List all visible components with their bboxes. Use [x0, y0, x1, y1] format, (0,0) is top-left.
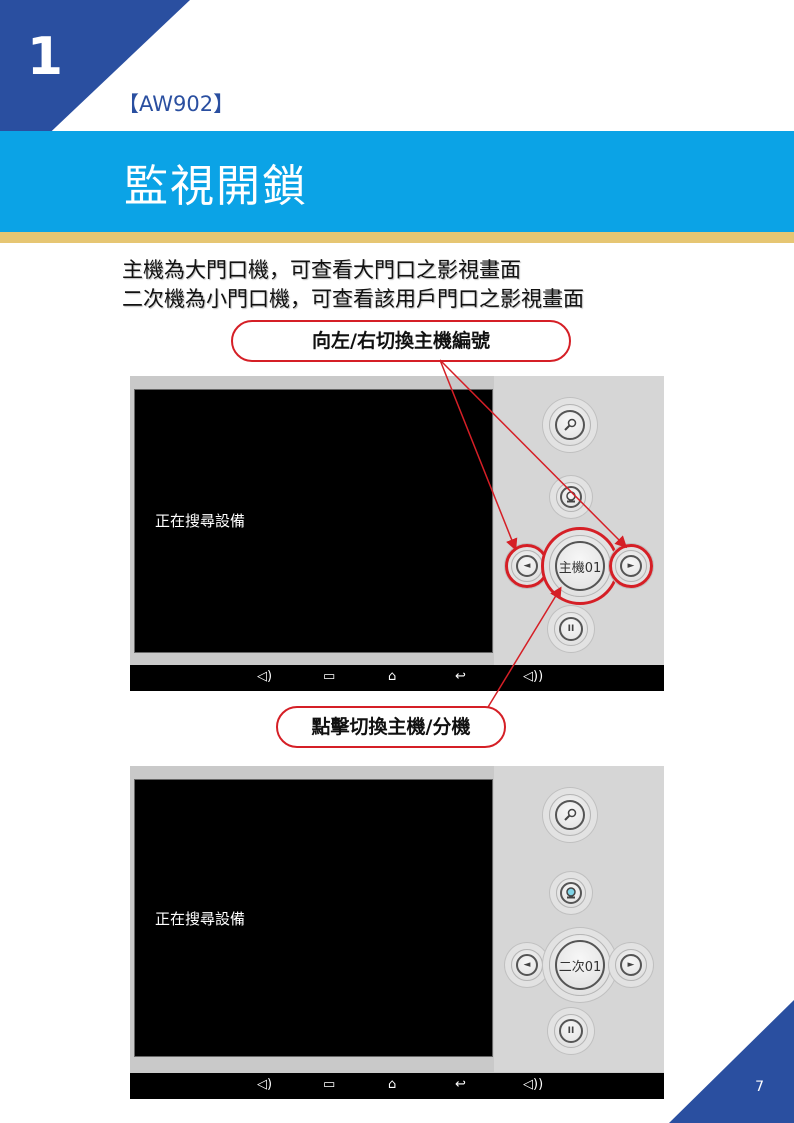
recent-apps-icon[interactable]: ▭	[323, 1077, 335, 1092]
android-nav-bar: ◁) ▭ ⌂ ↩ ◁))	[130, 1073, 664, 1099]
description-line-1: 主機為大門口機，可查看大門口之影視畫面	[122, 258, 521, 282]
chapter-number: 1	[26, 27, 64, 87]
highlight-ring-center	[541, 527, 619, 605]
volume-up-icon[interactable]: ◁))	[523, 669, 543, 684]
callout-switch-host: 向左/右切換主機編號	[231, 320, 571, 362]
model-label: 【AW902】	[118, 92, 235, 116]
talk-button[interactable]	[549, 404, 591, 446]
intercom-screen-1: 正在搜尋設備 ◄ 主機01 ► II ◁) ▭ ⌂ ↩ ◁))	[130, 376, 664, 691]
intercom-screen-2: 正在搜尋設備 ◄ 二次01 ► II ◁) ▭ ⌂ ↩ ◁))	[130, 766, 664, 1099]
status-text: 正在搜尋設備	[155, 512, 246, 530]
camera-icon	[560, 486, 582, 508]
title-underline	[0, 232, 794, 243]
volume-down-icon[interactable]: ◁)	[257, 1077, 272, 1092]
control-sidebar: ◄ 主機01 ► II	[494, 376, 664, 666]
corner-decoration-bottom-right	[669, 1000, 794, 1123]
control-sidebar: ◄ 二次01 ► II	[494, 766, 664, 1072]
description-line-2: 二次機為小門口機，可查看該用戶門口之影視畫面	[122, 287, 584, 311]
home-icon[interactable]: ⌂	[388, 669, 396, 684]
left-arrow-icon: ◄	[516, 954, 538, 976]
page-title: 監視開鎖	[124, 161, 308, 212]
video-display: 正在搜尋設備	[134, 779, 493, 1057]
highlight-ring-right	[609, 544, 653, 588]
page-number: 7	[755, 1079, 764, 1095]
pause-icon: II	[559, 1019, 583, 1043]
camera-icon	[560, 882, 582, 904]
host-label: 二次01	[555, 940, 605, 990]
next-host-button[interactable]: ►	[615, 949, 647, 981]
title-band	[0, 131, 794, 232]
previous-host-button[interactable]: ◄	[511, 949, 543, 981]
recent-apps-icon[interactable]: ▭	[323, 669, 335, 684]
back-icon[interactable]: ↩	[455, 1077, 466, 1092]
talk-button[interactable]	[549, 794, 591, 836]
volume-up-icon[interactable]: ◁))	[523, 1077, 543, 1092]
pause-button[interactable]: II	[554, 1014, 588, 1048]
camera-button[interactable]	[556, 878, 586, 908]
video-display: 正在搜尋設備	[134, 389, 493, 653]
volume-down-icon[interactable]: ◁)	[257, 669, 272, 684]
microphone-icon	[555, 410, 585, 440]
pause-icon: II	[559, 617, 583, 641]
right-arrow-icon: ►	[620, 954, 642, 976]
camera-button[interactable]	[556, 482, 586, 512]
microphone-icon	[555, 800, 585, 830]
switch-host-button[interactable]: 二次01	[549, 934, 611, 996]
back-icon[interactable]: ↩	[455, 669, 466, 684]
pause-button[interactable]: II	[554, 612, 588, 646]
callout-tap-switch: 點擊切換主機/分機	[276, 706, 506, 748]
android-nav-bar: ◁) ▭ ⌂ ↩ ◁))	[130, 665, 664, 691]
status-text: 正在搜尋設備	[155, 910, 246, 928]
home-icon[interactable]: ⌂	[388, 1077, 396, 1092]
